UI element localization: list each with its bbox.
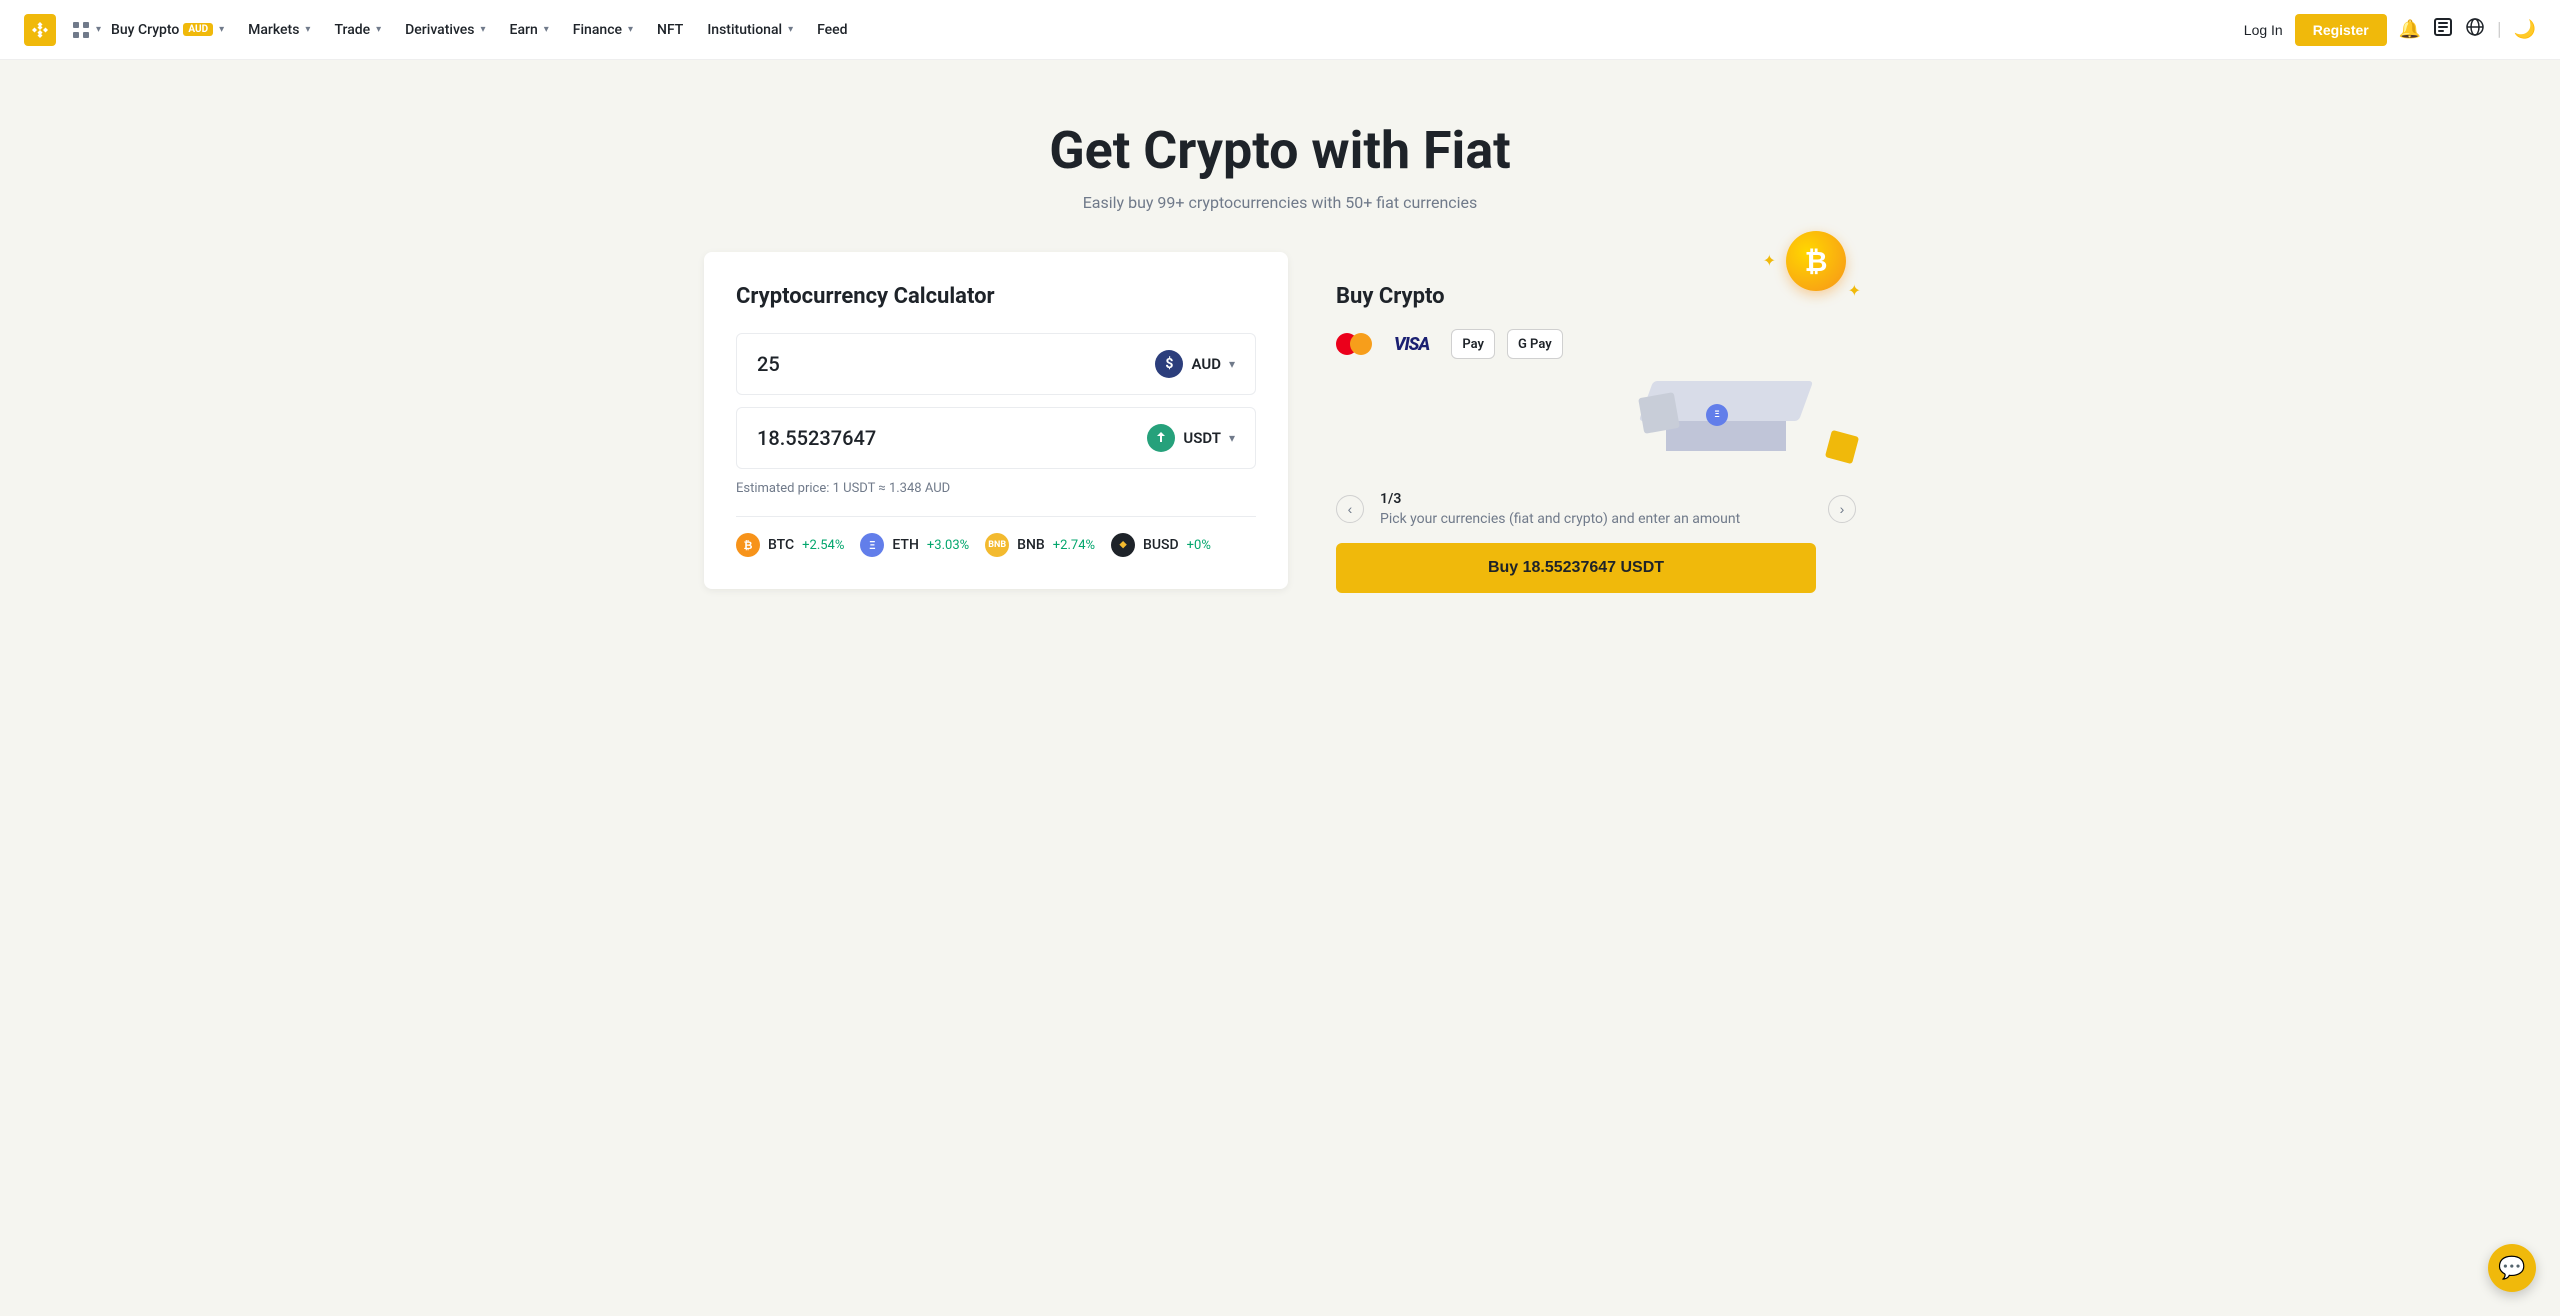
buy-crypto-card: Buy Crypto VISA Pay G Pay ✦ ✦ ₿ Ξ [1320, 252, 1856, 625]
logo[interactable] [24, 14, 56, 46]
receive-currency-label: USDT [1183, 429, 1221, 447]
nav-right: Log In Register 🔔 [2244, 14, 2536, 46]
nav-markets[interactable]: Markets ▾ [238, 16, 320, 44]
calculator-title: Cryptocurrency Calculator [736, 284, 1256, 309]
nav-menu: Buy Crypto AUD ▾ Markets ▾ Trade ▾ Deriv… [101, 16, 2244, 44]
aud-icon: $ [1155, 350, 1183, 378]
spend-currency-selector[interactable]: $ AUD ▾ [1155, 350, 1235, 378]
chevron-right-icon: › [1840, 501, 1845, 517]
usdt-icon [1147, 424, 1175, 452]
mastercard-logo [1336, 333, 1372, 355]
nav-earn[interactable]: Earn ▾ [500, 16, 559, 44]
user-icon [2433, 17, 2453, 42]
notification-button[interactable]: 🔔 [2399, 19, 2421, 40]
bnb-name: BNB [1017, 537, 1045, 553]
applepay-logo: Pay [1451, 329, 1495, 359]
user-button[interactable] [2433, 17, 2453, 42]
eth-name: ETH [892, 537, 919, 553]
gold-box [1825, 430, 1859, 464]
spend-input-group[interactable]: 25 $ AUD ▾ [736, 333, 1256, 395]
gray-box [1638, 392, 1680, 434]
visa-logo: VISA [1384, 329, 1439, 359]
spend-currency-chevron: ▾ [1229, 357, 1235, 371]
btc-ticker[interactable]: ₿ BTC +2.54% [736, 533, 844, 557]
busd-change: +0% [1187, 538, 1211, 553]
nav-derivatives[interactable]: Derivatives ▾ [395, 16, 495, 44]
receive-value: 18.55237647 [757, 426, 876, 450]
eth-change: +3.03% [927, 538, 969, 553]
trade-chevron: ▾ [376, 24, 381, 35]
calculator-card: Cryptocurrency Calculator 25 $ AUD ▾ 18.… [704, 252, 1288, 589]
eth-ticker[interactable]: Ξ ETH +3.03% [860, 533, 969, 557]
crypto-illustration: ✦ ✦ ₿ Ξ [1636, 271, 1856, 471]
buy-crypto-chevron: ▾ [219, 24, 224, 35]
spend-currency-label: AUD [1191, 355, 1221, 373]
star-icon-1: ✦ [1763, 251, 1776, 270]
globe-icon [2465, 17, 2485, 42]
spend-value: 25 [757, 352, 780, 376]
login-button[interactable]: Log In [2244, 22, 2283, 38]
hero-section: Get Crypto with Fiat Easily buy 99+ cryp… [0, 60, 2560, 252]
moon-icon: 🌙 [2514, 19, 2536, 40]
carousel-description: Pick your currencies (fiat and crypto) a… [1380, 511, 1812, 527]
carousel-prev-button[interactable]: ‹ [1336, 495, 1364, 523]
googlepay-logo: G Pay [1507, 329, 1563, 359]
hero-title: Get Crypto with Fiat [24, 120, 2536, 181]
chat-bubble[interactable]: 💬 [2488, 1244, 2536, 1292]
grid-icon[interactable] [72, 21, 90, 39]
btc-icon: ₿ [736, 533, 760, 557]
estimated-price: Estimated price: 1 USDT ≈ 1.348 AUD [736, 481, 1256, 496]
mastercard-yellow-circle [1350, 333, 1372, 355]
main-content: Cryptocurrency Calculator 25 $ AUD ▾ 18.… [680, 252, 1880, 685]
carousel-controls: ‹ 1/3 Pick your currencies (fiat and cry… [1336, 491, 1856, 527]
bnb-change: +2.74% [1053, 538, 1095, 553]
bnb-icon: BNB [985, 533, 1009, 557]
hero-subtitle: Easily buy 99+ cryptocurrencies with 50+… [24, 193, 2536, 212]
chat-icon: 💬 [2498, 1256, 2525, 1281]
nav-feed[interactable]: Feed [807, 16, 857, 44]
derivatives-chevron: ▾ [481, 24, 486, 35]
receive-currency-chevron: ▾ [1229, 431, 1235, 445]
busd-name: BUSD [1143, 537, 1179, 553]
eth-small-coin: Ξ [1706, 404, 1728, 426]
nav-divider: | [2497, 19, 2501, 40]
busd-icon: ◆ [1111, 533, 1135, 557]
bnb-ticker[interactable]: BNB BNB +2.74% [985, 533, 1095, 557]
bell-icon: 🔔 [2399, 19, 2421, 40]
carousel-info: 1/3 Pick your currencies (fiat and crypt… [1380, 491, 1812, 527]
earn-chevron: ▾ [544, 24, 549, 35]
register-button[interactable]: Register [2295, 14, 2387, 46]
nav-trade[interactable]: Trade ▾ [324, 16, 391, 44]
globe-button[interactable] [2465, 17, 2485, 42]
btc-name: BTC [768, 537, 794, 553]
theme-button[interactable]: 🌙 [2514, 19, 2536, 40]
nav-nft[interactable]: NFT [647, 16, 693, 44]
eth-icon: Ξ [860, 533, 884, 557]
btc-change: +2.54% [802, 538, 844, 553]
platform-front [1666, 421, 1786, 451]
institutional-chevron: ▾ [788, 24, 793, 35]
receive-input-group[interactable]: 18.55237647 USDT ▾ [736, 407, 1256, 469]
buy-main-button[interactable]: Buy 18.55237647 USDT [1336, 543, 1816, 593]
bitcoin-coin: ₿ [1786, 231, 1846, 291]
carousel-counter: 1/3 [1380, 491, 1812, 507]
calc-divider [736, 516, 1256, 517]
receive-currency-selector[interactable]: USDT ▾ [1147, 424, 1235, 452]
carousel-next-button[interactable]: › [1828, 495, 1856, 523]
star-icon-2: ✦ [1848, 281, 1861, 300]
finance-chevron: ▾ [628, 24, 633, 35]
navbar: ▾ Buy Crypto AUD ▾ Markets ▾ Trade ▾ Der… [0, 0, 2560, 60]
nav-institutional[interactable]: Institutional ▾ [697, 16, 803, 44]
crypto-tickers: ₿ BTC +2.54% Ξ ETH +3.03% BNB BNB +2.74%… [736, 533, 1256, 557]
chevron-left-icon: ‹ [1348, 501, 1353, 517]
nav-buy-crypto[interactable]: Buy Crypto AUD ▾ [101, 16, 234, 44]
nav-finance[interactable]: Finance ▾ [563, 16, 643, 44]
markets-chevron: ▾ [305, 24, 310, 35]
busd-ticker[interactable]: ◆ BUSD +0% [1111, 533, 1211, 557]
